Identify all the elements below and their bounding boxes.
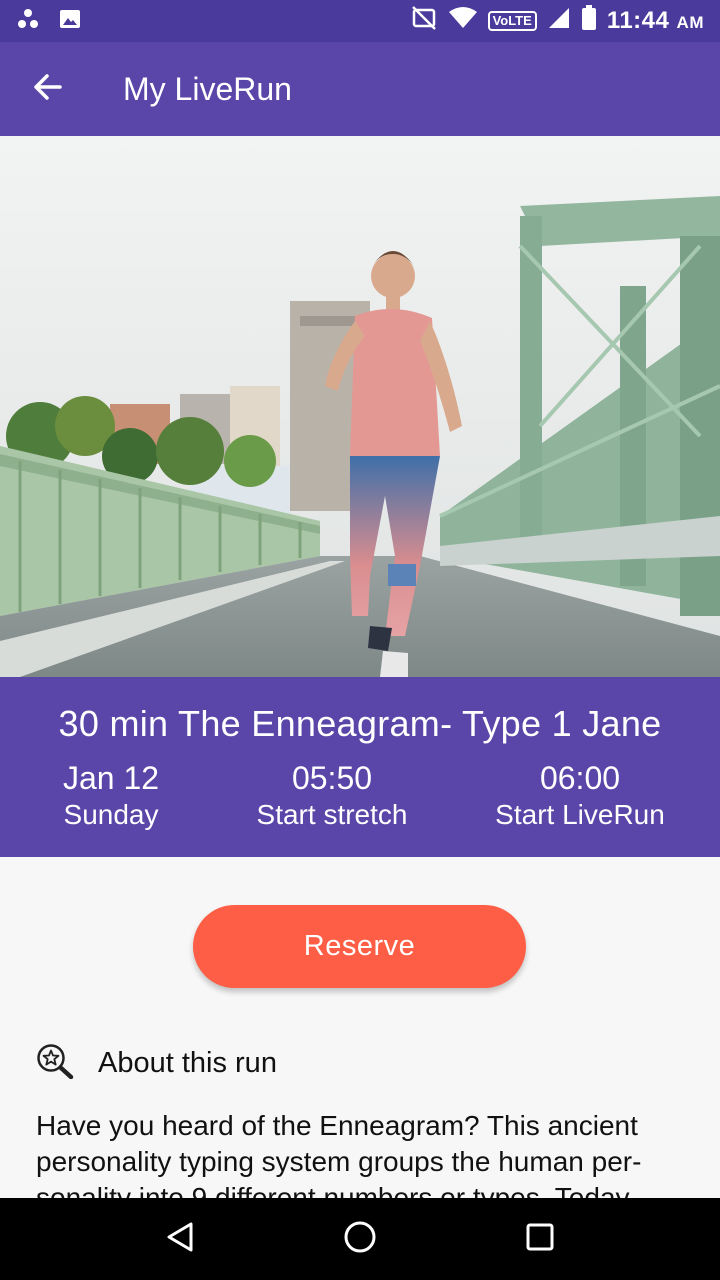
image-icon bbox=[58, 7, 82, 36]
liverun-time-value: 06:00 bbox=[539, 760, 621, 796]
status-bar: VoLTE 11:44 AM bbox=[0, 0, 720, 42]
back-arrow-icon bbox=[33, 73, 63, 106]
about-section-header: About this run bbox=[36, 1043, 277, 1084]
signal-icon bbox=[547, 6, 571, 37]
star-search-icon bbox=[36, 1043, 74, 1084]
run-day-value: Sunday bbox=[63, 799, 159, 830]
liverun-time-label: Start LiveRun bbox=[495, 799, 665, 830]
system-nav-bar bbox=[0, 1198, 720, 1280]
network-type: VoLTE bbox=[487, 11, 537, 31]
app-bar: My LiveRun bbox=[0, 42, 720, 136]
hero-image bbox=[0, 136, 720, 677]
wifi-icon bbox=[448, 6, 478, 37]
run-title: 30 min The Enneagram- Type 1 Jane bbox=[58, 703, 662, 744]
back-button[interactable] bbox=[0, 42, 96, 136]
nav-back-button[interactable] bbox=[150, 1209, 210, 1269]
run-info: 30 min The Enneagram- Type 1 Jane Jan 12… bbox=[0, 677, 720, 857]
nav-back-icon bbox=[165, 1221, 195, 1258]
reserve-button[interactable]: Reserve bbox=[193, 905, 526, 988]
about-heading: About this run bbox=[98, 1047, 277, 1079]
run-date-value: Jan 12 bbox=[62, 760, 160, 796]
page-title: My LiveRun bbox=[123, 70, 292, 107]
dots-icon bbox=[16, 7, 40, 36]
nav-recents-button[interactable] bbox=[510, 1209, 570, 1269]
stretch-time-label: Start stretch bbox=[256, 799, 408, 830]
nav-home-icon bbox=[343, 1220, 377, 1259]
stretch-time-value: 05:50 bbox=[291, 760, 373, 796]
liverun-time: 06:00 Start LiveRun bbox=[470, 761, 690, 835]
run-date: Jan 12 Sunday bbox=[40, 761, 182, 835]
no-sim-icon bbox=[410, 5, 438, 38]
battery-icon bbox=[581, 4, 597, 38]
stretch-time: 05:50 Start stretch bbox=[232, 761, 432, 835]
nav-home-button[interactable] bbox=[330, 1209, 390, 1269]
nav-recents-icon bbox=[525, 1222, 555, 1257]
clock: 11:44 AM bbox=[606, 7, 704, 34]
